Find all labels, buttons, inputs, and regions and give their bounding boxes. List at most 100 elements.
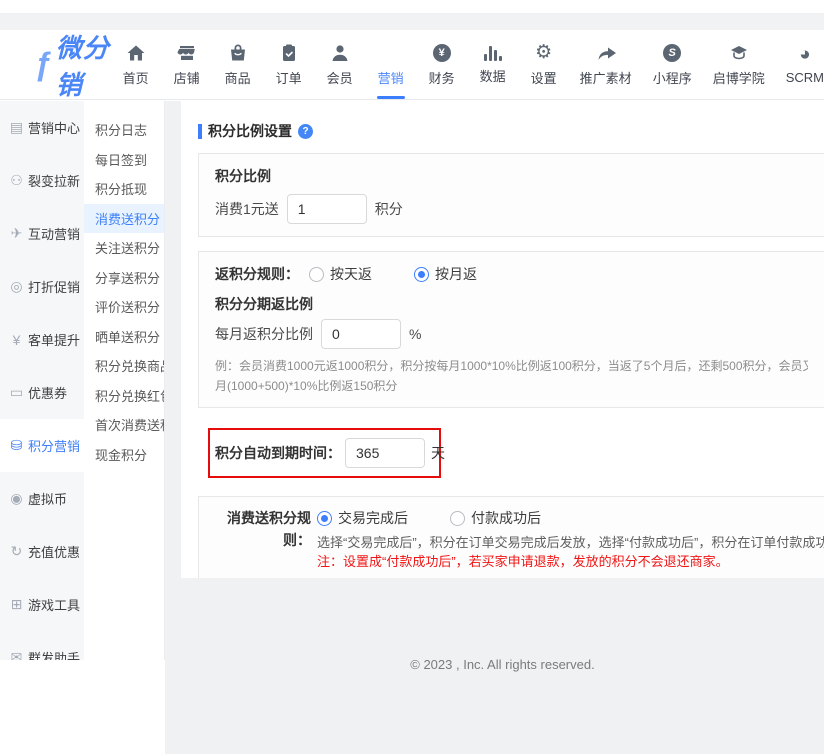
app-logo[interactable]: ƒ 微分销 — [0, 28, 121, 102]
example-text-line1: 例：会员消费1000元返1000积分，积分按每月1000*10%比例返100积分… — [215, 357, 808, 375]
interactive-icon: ✈ — [8, 225, 25, 242]
nav-label: SCRM — [786, 70, 824, 85]
submenu-item-cash-points[interactable]: 现金积分 — [84, 440, 164, 470]
top-nav: 首页 店铺 商品 订单 会员 — [121, 30, 824, 100]
nav-label: 推广素材 — [580, 68, 632, 87]
submenu-item-points-log[interactable]: 积分日志 — [84, 115, 164, 145]
example-text-line2: 月(1000+500)*10%比例返150积分 — [215, 377, 808, 395]
nav-item-marketing[interactable]: 营销 — [376, 30, 406, 100]
nav-label: 会员 — [327, 68, 353, 87]
sidebar-item-coupon[interactable]: ▭ 优惠券 — [0, 366, 84, 419]
nav-item-promo-material[interactable]: 推广素材 — [580, 30, 632, 100]
submenu-item-daily-checkin[interactable]: 每日签到 — [84, 145, 164, 175]
marketing-grid-icon — [382, 42, 400, 63]
submenu-item-points-exchange-redpacket[interactable]: 积分兑换红包 — [84, 381, 164, 411]
marketing-center-icon: ▤ — [8, 119, 25, 136]
nav-label: 启博学院 — [713, 68, 765, 87]
sidebar-item-marketing-center[interactable]: ▤ 营销中心 — [0, 101, 84, 154]
academy-cap-icon — [729, 42, 749, 63]
nav-item-members[interactable]: 会员 — [325, 30, 355, 100]
nav-item-goods[interactable]: 商品 — [223, 30, 253, 100]
fission-growth-icon: ⚇ — [8, 172, 25, 189]
submenu-item-share-points[interactable]: 分享送积分 — [84, 263, 164, 293]
members-person-icon — [330, 42, 350, 63]
sidebar-item-game-tools[interactable]: ⊞ 游戏工具 — [0, 578, 84, 631]
sidebar-item-recharge[interactable]: ↻ 充值优惠 — [0, 525, 84, 578]
return-rule-section: 返积分规则： 按天返 按月返 积分分期返比例 每月返积分比例 % 例：会员消费1… — [198, 251, 824, 408]
radio-pay-success[interactable] — [450, 511, 465, 526]
game-tools-icon: ⊞ — [8, 596, 25, 613]
home-icon — [126, 42, 146, 63]
nav-item-home[interactable]: 首页 — [121, 30, 151, 100]
expire-time-input[interactable] — [345, 438, 425, 468]
active-tab-underline — [377, 96, 405, 99]
settings-panel: 积分比例设置 ? 积分比例 消费1元送 积分 返积分规则： 按天返 按月返 积分… — [181, 101, 824, 578]
nav-item-store[interactable]: 店铺 — [172, 30, 202, 100]
sidebar-item-virtual-coin[interactable]: ◉ 虚拟币 — [0, 472, 84, 525]
help-icon[interactable]: ? — [298, 124, 313, 139]
radio-by-month[interactable] — [414, 267, 429, 282]
submenu-item-points-deduction[interactable]: 积分抵现 — [84, 174, 164, 204]
sidebar-item-broadcast[interactable]: ✉ 群发助手 — [0, 631, 84, 660]
submenu-item-showorder-points[interactable]: 晒单送积分 — [84, 322, 164, 352]
return-rule-label: 返积分规则： — [215, 264, 299, 284]
ratio-input[interactable] — [287, 194, 367, 224]
broadcast-mail-icon: ✉ — [8, 649, 25, 660]
sidebar-item-interactive[interactable]: ✈ 互动营销 — [0, 207, 84, 260]
logo-text: 微分销 — [56, 28, 121, 102]
submenu-item-consume-points[interactable]: 消费送积分 — [84, 204, 164, 234]
discount-icon: ◎ — [8, 278, 25, 295]
nav-item-finance[interactable]: ¥ 财务 — [427, 30, 457, 100]
expire-time-highlight-box: 积分自动到期时间： 天 — [208, 428, 441, 478]
logo-mark-icon: ƒ — [34, 46, 52, 83]
copyright-footer: © 2023 , Inc. All rights reserved. — [181, 657, 824, 672]
points-ratio-section: 积分比例 消费1元送 积分 — [198, 153, 824, 237]
nav-item-data[interactable]: 数据 — [478, 30, 508, 100]
sidebar-item-discount[interactable]: ◎ 打折促销 — [0, 260, 84, 313]
nav-label: 首页 — [123, 68, 149, 87]
order-uplift-icon: ¥ — [8, 332, 25, 348]
nav-label: 设置 — [531, 68, 557, 87]
orders-clipboard-icon — [279, 42, 299, 63]
data-bars-icon — [484, 45, 502, 61]
secondary-sidebar: 积分日志 每日签到 积分抵现 消费送积分 关注送积分 分享送积分 评价送积分 晒… — [84, 101, 165, 660]
nav-item-academy[interactable]: 启博学院 — [713, 30, 765, 100]
radio-trade-complete[interactable] — [317, 511, 332, 526]
grant-rule-note: 注：设置成“付款成功后”，若买家申请退款，发放的积分不会退还商家。 — [317, 552, 824, 571]
ratio-prefix-label: 消费1元送 — [215, 199, 279, 219]
radio-by-day[interactable] — [309, 267, 324, 282]
recharge-icon: ↻ — [8, 543, 25, 560]
nav-item-miniprogram[interactable]: S 小程序 — [653, 30, 692, 100]
scrm-pie-icon: ◕ — [799, 44, 810, 65]
nav-item-settings[interactable]: ⚙ 设置 — [529, 30, 559, 100]
radio-by-month-label[interactable]: 按月返 — [435, 264, 477, 284]
sidebar-item-order-uplift[interactable]: ¥ 客单提升 — [0, 313, 84, 366]
submenu-item-points-exchange-goods[interactable]: 积分兑换商品 — [84, 351, 164, 381]
expire-unit-label: 天 — [431, 443, 445, 463]
sidebar-item-points-marketing[interactable]: ⛁ 积分营销 — [0, 419, 84, 472]
page-title: 积分比例设置 ? — [198, 121, 824, 141]
ratio-suffix-label: 积分 — [375, 199, 403, 219]
promo-share-icon — [596, 42, 616, 63]
submenu-item-follow-points[interactable]: 关注送积分 — [84, 233, 164, 263]
period-ratio-heading: 积分分期返比例 — [215, 294, 808, 314]
submenu-item-review-points[interactable]: 评价送积分 — [84, 292, 164, 322]
radio-trade-complete-label[interactable]: 交易完成后 — [338, 508, 408, 528]
radio-pay-success-label[interactable]: 付款成功后 — [471, 508, 541, 528]
percent-label: % — [409, 326, 421, 342]
virtual-coin-icon: ◉ — [8, 490, 25, 507]
nav-label: 订单 — [276, 68, 302, 87]
nav-item-scrm[interactable]: ◕ SCRM — [786, 30, 824, 100]
finance-yen-icon: ¥ — [433, 42, 451, 63]
grant-rule-label: 消费送积分规 则： — [215, 507, 311, 571]
expire-time-label: 积分自动到期时间： — [215, 443, 341, 463]
sidebar-item-fission-growth[interactable]: ⚇ 裂变拉新 — [0, 154, 84, 207]
monthly-ratio-input[interactable] — [321, 319, 401, 349]
submenu-item-first-consume-points[interactable]: 首次消费送积分 — [84, 410, 164, 440]
points-coins-icon: ⛁ — [8, 437, 25, 454]
nav-item-orders[interactable]: 订单 — [274, 30, 304, 100]
radio-by-day-label[interactable]: 按天返 — [330, 264, 372, 284]
main-area: 积分比例设置 ? 积分比例 消费1元送 积分 返积分规则： 按天返 按月返 积分… — [165, 101, 824, 754]
nav-label: 店铺 — [174, 68, 200, 87]
top-header: ƒ 微分销 首页 店铺 商品 订单 — [0, 30, 824, 100]
